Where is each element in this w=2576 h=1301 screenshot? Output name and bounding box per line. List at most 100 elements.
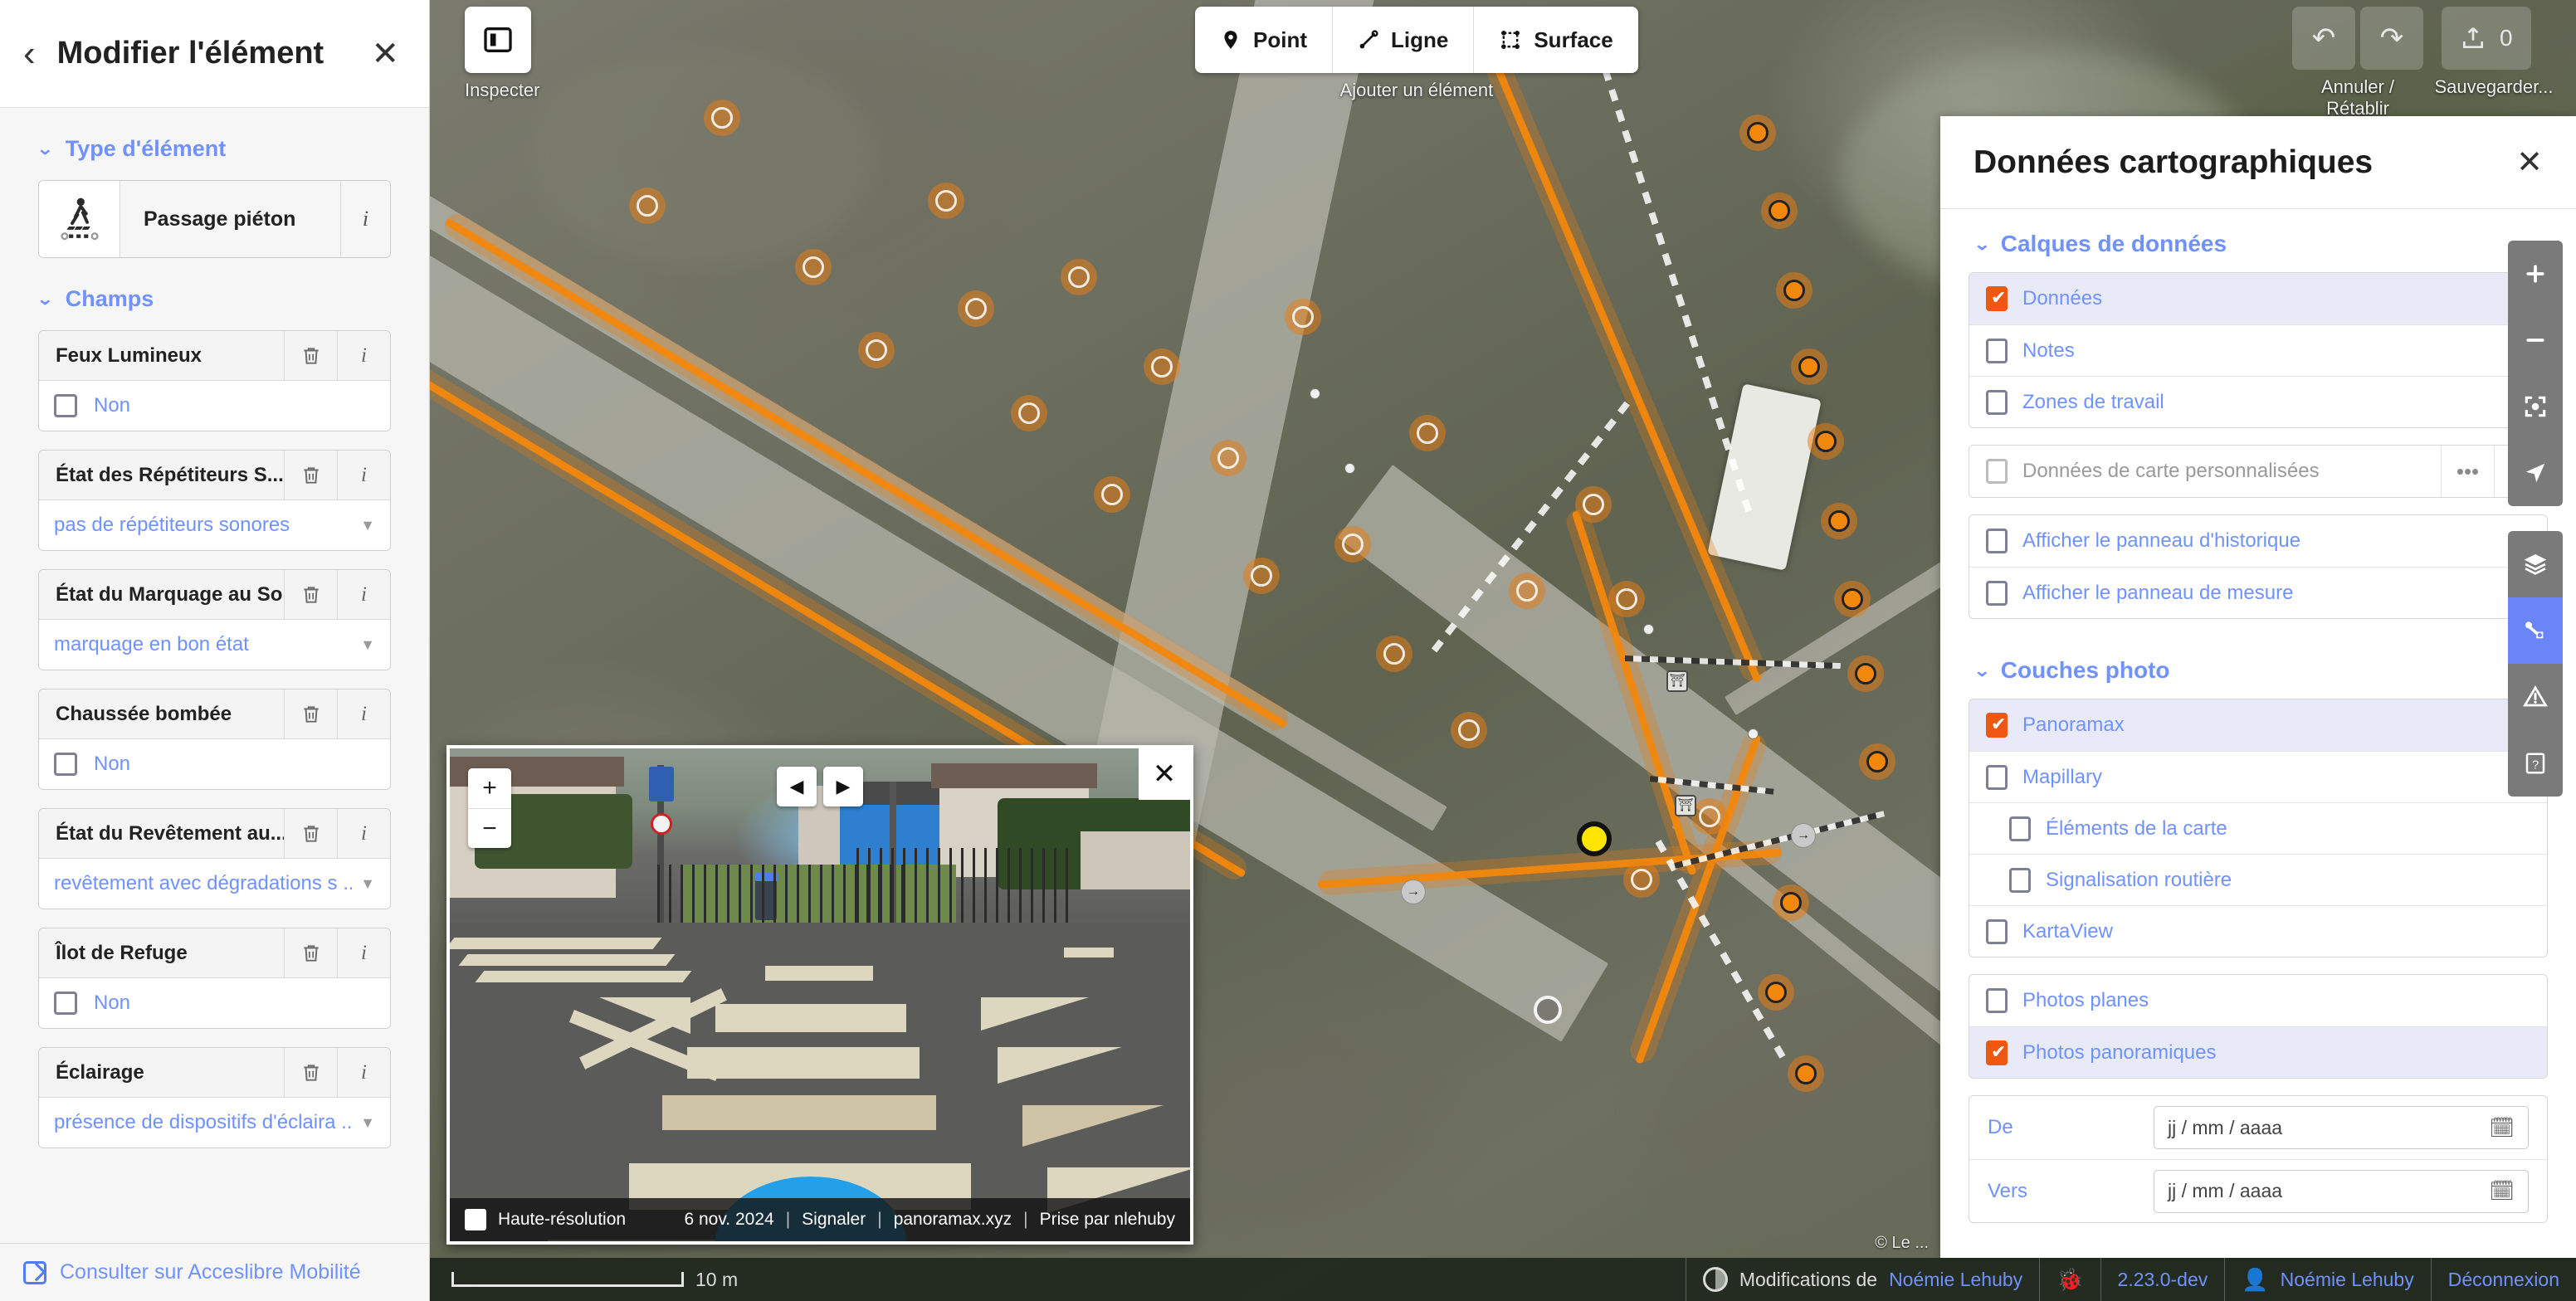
section-type-delement[interactable]: ⌄ Type d'élément: [0, 108, 429, 180]
info-icon[interactable]: i: [337, 451, 390, 499]
photo-zoom-in-button[interactable]: +: [468, 768, 511, 808]
checkbox[interactable]: [1986, 338, 2008, 363]
trash-icon[interactable]: [284, 689, 337, 738]
ellipsis-icon[interactable]: •••: [2441, 446, 2494, 497]
map-poi[interactable]: ⛩: [1675, 795, 1696, 816]
photo-report-link[interactable]: Signaler: [802, 1210, 866, 1230]
calendar-icon[interactable]: 🗓: [2490, 1116, 2515, 1140]
zoom-to-selection-button[interactable]: [2508, 373, 2563, 440]
calendar-icon[interactable]: 🗓: [2490, 1179, 2515, 1203]
acceslibre-link[interactable]: Consulter sur Acceslibre Mobilité: [60, 1260, 361, 1284]
user-link[interactable]: Noémie Lehuby: [2281, 1269, 2414, 1291]
map-vertex[interactable]: [1808, 423, 1844, 460]
user-cell[interactable]: 👤 Noémie Lehuby: [2224, 1258, 2430, 1301]
map-vertex[interactable]: [1761, 192, 1798, 229]
map-vertex[interactable]: [1509, 573, 1545, 609]
help-button[interactable]: ?: [2508, 730, 2563, 797]
checkbox[interactable]: [1986, 389, 2008, 415]
way-midpoint[interactable]: [1344, 463, 1355, 474]
map-data-close-button[interactable]: ✕: [2516, 144, 2543, 181]
selected-node[interactable]: [1577, 821, 1612, 856]
map-vertex[interactable]: [1788, 1055, 1824, 1092]
map-vertex[interactable]: [1575, 486, 1612, 523]
custom-map-data-item[interactable]: Données de carte personnalisées •••: [1969, 446, 2547, 497]
map-vertex[interactable]: [629, 188, 666, 224]
section-champs[interactable]: ⌄ Champs: [0, 258, 429, 330]
way-midpoint[interactable]: [1310, 388, 1320, 399]
map-vertex[interactable]: [1210, 440, 1247, 476]
info-icon[interactable]: i: [337, 1048, 390, 1097]
layer-item[interactable]: KartaView: [1969, 905, 2547, 957]
field-value[interactable]: Non: [39, 381, 390, 431]
info-icon[interactable]: i: [337, 928, 390, 977]
photo-nav-controls[interactable]: ◀ ▶: [777, 767, 863, 806]
map-vertex[interactable]: [1094, 476, 1130, 513]
map-vertex[interactable]: [1773, 884, 1809, 921]
map-vertex[interactable]: [1821, 503, 1857, 539]
map-vertex[interactable]: [958, 290, 994, 327]
add-area-button[interactable]: Surface: [1473, 7, 1637, 73]
map-vertex[interactable]: [1847, 655, 1884, 692]
layer-item[interactable]: Zones de travail: [1969, 376, 2547, 427]
date-input[interactable]: jj / mm / aaaa 🗓: [2154, 1106, 2529, 1149]
back-button[interactable]: ‹: [23, 35, 36, 72]
logout-cell[interactable]: Déconnexion: [2430, 1258, 2576, 1301]
way-midpoint[interactable]: [1643, 624, 1654, 635]
map-vertex[interactable]: [1791, 348, 1827, 385]
checkbox[interactable]: [2009, 816, 2031, 841]
issues-button[interactable]: [2508, 664, 2563, 730]
map-vertex[interactable]: [1011, 395, 1047, 431]
layer-item[interactable]: Photos panoramiques: [1969, 1026, 2547, 1078]
map-vertex[interactable]: [1834, 581, 1871, 617]
checkbox[interactable]: [1986, 988, 2008, 1013]
layer-item[interactable]: Afficher le panneau d'historique: [1969, 515, 2547, 567]
field-value[interactable]: revêtement avec dégradations s ... ▼: [39, 859, 390, 909]
element-type-row[interactable]: Passage piéton i: [38, 180, 391, 258]
trash-icon[interactable]: [284, 570, 337, 619]
checkbox[interactable]: [1986, 764, 2008, 790]
high-res-checkbox[interactable]: [465, 1209, 486, 1230]
undo-button[interactable]: ↶: [2292, 7, 2355, 70]
map-vertex[interactable]: [704, 100, 740, 136]
layer-item[interactable]: Données: [1969, 273, 2547, 324]
chevron-down-icon[interactable]: ▼: [360, 875, 375, 893]
map-vertex[interactable]: [858, 332, 895, 368]
checkbox[interactable]: [1986, 918, 2008, 944]
trash-icon[interactable]: [284, 451, 337, 499]
inspect-button[interactable]: [465, 7, 531, 73]
add-point-button[interactable]: Point: [1195, 7, 1332, 73]
map-vertex[interactable]: [1859, 743, 1895, 780]
photo-source[interactable]: panoramax.xyz: [894, 1210, 1012, 1230]
field-value[interactable]: marquage en bon état ▼: [39, 620, 390, 670]
map-vertex[interactable]: [1409, 415, 1446, 451]
add-line-button[interactable]: Ligne: [1332, 7, 1473, 73]
map-vertex[interactable]: [1243, 558, 1280, 594]
field-value[interactable]: pas de répétiteurs sonores ▼: [39, 500, 390, 550]
field-value[interactable]: présence de dispositifs d'éclaira ... ▼: [39, 1098, 390, 1148]
close-sidebar-button[interactable]: ✕: [371, 35, 399, 73]
section-couches-photo[interactable]: ⌄ Couches photo: [1969, 636, 2548, 699]
map-vertex[interactable]: [1144, 348, 1180, 385]
checkbox[interactable]: [1986, 286, 2008, 311]
checkbox[interactable]: [2009, 867, 2031, 893]
checkbox[interactable]: [54, 394, 77, 417]
redo-button[interactable]: ↷: [2360, 7, 2423, 70]
map-vertex[interactable]: [1285, 299, 1321, 335]
element-type-info-button[interactable]: i: [340, 181, 390, 257]
map-vertex[interactable]: [1061, 259, 1097, 295]
checkbox[interactable]: [1986, 580, 2008, 606]
bug-cell[interactable]: 🐞: [2039, 1258, 2100, 1301]
photo-zoom-controls[interactable]: + −: [468, 768, 511, 848]
layer-item[interactable]: Signalisation routière: [1969, 854, 2547, 905]
info-icon[interactable]: i: [337, 689, 390, 738]
layer-item[interactable]: Mapillary: [1969, 751, 2547, 802]
layer-item[interactable]: Afficher le panneau de mesure: [1969, 567, 2547, 618]
trash-icon[interactable]: [284, 1048, 337, 1097]
geolocate-button[interactable]: [2508, 440, 2563, 506]
zoom-out-button[interactable]: [2508, 307, 2563, 373]
save-button[interactable]: 0: [2442, 7, 2531, 70]
map-vertex[interactable]: [1334, 526, 1371, 563]
map-vertex[interactable]: [1758, 974, 1794, 1011]
map-vertex[interactable]: [1739, 115, 1776, 151]
trash-icon[interactable]: [284, 809, 337, 858]
